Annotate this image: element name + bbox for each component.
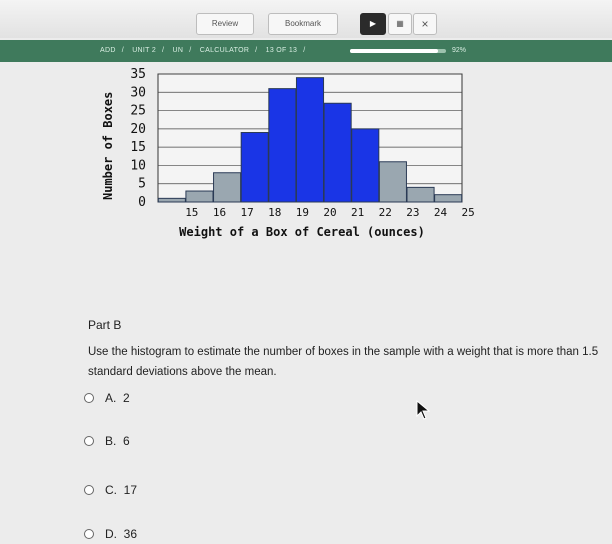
breadcrumb-item[interactable]: CALCULATOR: [200, 47, 249, 54]
x-tick-label: 21: [351, 206, 364, 219]
x-tick-labels: 15 16 17 18 19 20 21 22 23 24 25: [185, 206, 475, 219]
mouse-cursor-icon: [416, 400, 430, 420]
y-tick-label: 25: [130, 104, 146, 119]
breadcrumb-item[interactable]: UN: [173, 47, 184, 54]
choice-letter: B.: [105, 434, 117, 448]
review-button[interactable]: Review: [196, 13, 254, 35]
radio-button[interactable]: [84, 529, 94, 539]
progress-bar-fill: [350, 49, 439, 53]
choice-value: 6: [123, 434, 130, 448]
x-tick-label: 22: [379, 206, 392, 219]
close-icon: ×: [421, 17, 429, 31]
breadcrumb-item[interactable]: ADD: [100, 47, 116, 54]
choice-value: 2: [123, 391, 130, 405]
y-tick-label: 0: [138, 195, 146, 210]
x-tick-label: 15: [185, 206, 198, 219]
bookmark-button[interactable]: Bookmark: [268, 13, 338, 35]
breadcrumb-item: 13 OF 13: [265, 47, 298, 54]
pointer-tool-button[interactable]: ▶: [360, 13, 386, 35]
choice-d[interactable]: D. 36: [84, 524, 137, 544]
choice-b[interactable]: B. 6: [84, 431, 130, 451]
breadcrumb-item[interactable]: UNIT 2: [132, 47, 156, 54]
histogram-bar-16: [185, 190, 214, 203]
choice-c[interactable]: C. 17: [84, 480, 137, 500]
progress-percent: 92%: [452, 47, 467, 54]
x-tick-label: 16: [213, 206, 226, 219]
choice-letter: C.: [105, 483, 117, 497]
x-axis-label: Weight of a Box of Cereal (ounces): [179, 225, 425, 239]
question-prompt: Use the histogram to estimate the number…: [88, 346, 599, 378]
y-tick-label: 10: [130, 158, 146, 173]
x-tick-label: 24: [434, 206, 448, 219]
calculator-icon: ▦: [396, 19, 404, 28]
histogram-bar-19: [268, 88, 297, 203]
x-tick-label: 18: [268, 206, 281, 219]
calculator-button[interactable]: ▦: [388, 13, 412, 35]
histogram-bar-21: [323, 102, 352, 203]
y-tick-label: 5: [138, 177, 146, 192]
histogram-chart: 0 5 10 15 20 25 30 35 15 16 17 18 19 20 21 22 23 24 25 Nu…: [0, 62, 612, 242]
pointer-icon: ▶: [369, 19, 377, 28]
choice-letter: D.: [105, 527, 117, 541]
breadcrumb: ADD / UNIT 2/ UN / CALCULATOR/ 13 OF 13/: [100, 47, 306, 54]
radio-button[interactable]: [84, 393, 94, 403]
y-tick-label: 30: [130, 85, 146, 100]
radio-button[interactable]: [84, 485, 94, 495]
x-tick-label: 23: [406, 206, 419, 219]
choice-a[interactable]: A. 2: [84, 388, 130, 408]
close-button[interactable]: ×: [413, 13, 437, 35]
x-tick-label: 17: [240, 206, 253, 219]
progress-bar: [350, 49, 446, 53]
radio-button[interactable]: [84, 436, 94, 446]
histogram-bar-23: [378, 161, 407, 203]
histogram-bar-20: [295, 77, 325, 203]
y-tick-label: 15: [130, 140, 146, 155]
x-tick-label: 19: [296, 206, 309, 219]
histogram-bar-25: [434, 194, 463, 203]
y-tick-label: 20: [130, 122, 146, 137]
x-tick-label: 25: [462, 206, 475, 219]
progress-strip: ADD / UNIT 2/ UN / CALCULATOR/ 13 OF 13/ 9…: [0, 40, 612, 62]
histogram-bar-15: [157, 197, 186, 203]
y-axis-label: Number of Boxes: [101, 92, 115, 200]
y-tick-labels: 0 5 10 15 20 25 30 35: [130, 67, 146, 210]
part-label: Part B: [88, 318, 122, 332]
histogram-svg: 0 5 10 15 20 25 30 35 15 16 17 18 19 20 21 22 23 24 25 Nu…: [101, 67, 475, 239]
histogram-bar-24: [406, 186, 435, 203]
top-toolbar: Review Bookmark ▶ ▦ ×: [0, 0, 612, 38]
y-tick-label: 35: [130, 67, 146, 82]
choice-letter: A.: [105, 391, 117, 405]
histogram-bar-18: [240, 132, 269, 203]
choice-value: 17: [123, 483, 138, 497]
histogram-bar-17: [213, 172, 242, 203]
histogram-bar-22: [351, 128, 380, 203]
choice-value: 36: [123, 527, 138, 541]
x-tick-label: 20: [323, 206, 336, 219]
